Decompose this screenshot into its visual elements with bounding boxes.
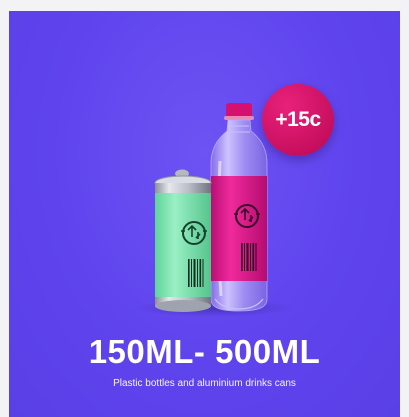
bottle-label bbox=[211, 176, 267, 281]
eligible-items-caption: Plastic bottles and aluminium drinks can… bbox=[113, 378, 296, 389]
bottle-cap bbox=[226, 103, 252, 118]
plastic-bottle bbox=[210, 103, 268, 312]
promo-card: +15c 150ML- 500ML Plastic bottles and al… bbox=[9, 11, 400, 417]
refund-badge: +15c bbox=[262, 84, 334, 156]
size-range-headline: 150ML- 500ML bbox=[88, 333, 321, 370]
badge-text: +15c bbox=[275, 108, 321, 131]
page-frame: +15c 150ML- 500ML Plastic bottles and al… bbox=[0, 0, 409, 417]
aluminium-can bbox=[154, 169, 212, 312]
product-illustration bbox=[134, 103, 294, 317]
